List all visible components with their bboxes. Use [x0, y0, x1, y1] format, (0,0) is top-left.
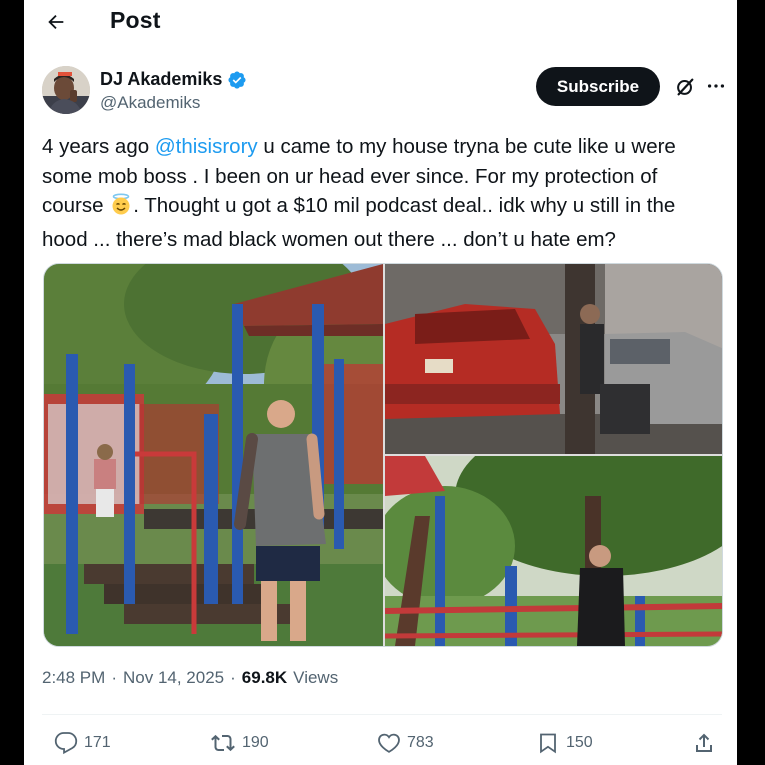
- meta-separator: ·: [111, 668, 117, 687]
- media-grid: [43, 263, 723, 647]
- page-title: Post: [110, 7, 161, 33]
- grok-button[interactable]: [672, 74, 698, 100]
- bookmark-count: 150: [566, 734, 593, 751]
- photo-park[interactable]: [385, 456, 722, 646]
- action-bar: 171 190 783 150: [42, 726, 722, 760]
- name-row: DJ Akademiks: [100, 69, 247, 90]
- subscribe-button[interactable]: Subscribe: [536, 67, 660, 106]
- repost-button[interactable]: 190: [210, 726, 269, 760]
- bookmark-icon: [540, 733, 556, 754]
- post-text-part3: . Thought u got a $10 mil podcast deal..…: [42, 194, 676, 251]
- repost-icon: [211, 734, 235, 752]
- more-horizontal-icon: [707, 84, 725, 88]
- repost-count: 190: [242, 734, 269, 751]
- grok-icon: [677, 78, 694, 96]
- post-text-part1: 4 years ago: [42, 135, 155, 158]
- heart-icon: [378, 733, 400, 753]
- topbar: Post: [24, 0, 737, 44]
- display-name[interactable]: DJ Akademiks: [100, 69, 222, 90]
- photo-playground[interactable]: [44, 264, 383, 646]
- verified-badge-icon: [228, 70, 246, 89]
- smiling-face-with-halo-icon: [109, 192, 133, 225]
- more-options-button[interactable]: [702, 72, 730, 100]
- avatar[interactable]: [42, 66, 90, 114]
- like-count: 783: [407, 734, 434, 751]
- arrow-left-icon: [48, 14, 64, 30]
- post-card: Post DJ Akademiks @Akademiks Subscribe 4…: [24, 0, 737, 765]
- handle[interactable]: @Akademiks: [100, 93, 200, 113]
- screen-frame: Post DJ Akademiks @Akademiks Subscribe 4…: [0, 0, 765, 765]
- reply-count: 171: [84, 734, 111, 751]
- post-meta: 2:48 PM · Nov 14, 2025 · 69.8K Views: [42, 668, 338, 688]
- mention-link[interactable]: @thisisrory: [155, 135, 258, 158]
- like-button[interactable]: 783: [377, 726, 434, 760]
- back-button[interactable]: [42, 8, 70, 36]
- divider: [42, 714, 722, 715]
- share-icon: [696, 733, 712, 752]
- reply-button[interactable]: 171: [54, 726, 111, 760]
- share-button[interactable]: [692, 726, 716, 760]
- post-time[interactable]: 2:48 PM: [42, 668, 105, 688]
- views-label: Views: [293, 668, 339, 687]
- bookmark-button[interactable]: 150: [536, 726, 593, 760]
- author-row: DJ Akademiks @Akademiks Subscribe: [42, 66, 725, 118]
- photo-street[interactable]: [385, 264, 722, 454]
- views-count: 69.8K: [241, 668, 288, 687]
- post-text: 4 years ago @thisisrory u came to my hou…: [42, 132, 712, 254]
- reply-icon: [54, 732, 78, 755]
- meta-separator: ·: [230, 668, 236, 687]
- post-date[interactable]: Nov 14, 2025: [123, 668, 224, 688]
